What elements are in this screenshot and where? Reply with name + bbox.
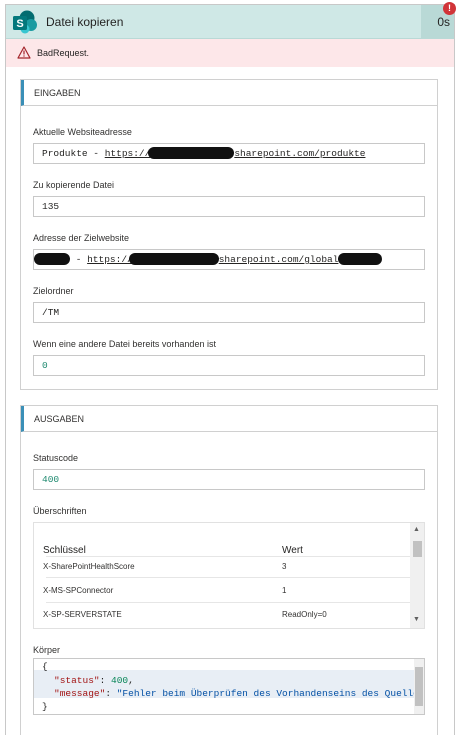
folder-label: Zielordner	[33, 286, 74, 296]
error-message: BadRequest.	[37, 48, 90, 58]
sharepoint-icon: S	[12, 10, 38, 34]
folder-field[interactable]: /TM	[33, 302, 425, 323]
site-prefix: Produkte -	[42, 148, 105, 159]
row-divider	[46, 577, 410, 578]
table-row-key: X-SharePointHealthScore	[43, 562, 135, 571]
action-header[interactable]: S Datei kopieren 0s	[6, 5, 454, 39]
inputs-heading[interactable]: EINGABEN	[21, 80, 437, 106]
conflict-field[interactable]: 0	[33, 355, 425, 376]
svg-text:S: S	[16, 18, 23, 30]
dest-sep: -	[70, 254, 88, 265]
error-badge: !	[443, 2, 456, 15]
headers-table[interactable]: Schlüssel Wert X-SharePointHealthScore 3…	[33, 522, 425, 629]
table-row-key: X-SP-SERVERSTATE	[43, 610, 122, 619]
row-divider	[46, 556, 410, 557]
dest-field[interactable]: - https:// sharepoint.com/global	[33, 249, 425, 270]
duration-label: 0s	[437, 15, 450, 29]
site-url-start: https://	[104, 148, 151, 159]
redaction-mark	[338, 253, 383, 266]
status-field[interactable]: 400	[33, 469, 425, 490]
conflict-label: Wenn eine andere Datei bereits vorhanden…	[33, 339, 216, 349]
headers-label: Überschriften	[33, 506, 87, 516]
code-status-value: 400	[111, 675, 129, 686]
redaction-mark	[34, 253, 70, 266]
redaction-mark	[128, 253, 219, 266]
error-banner: BadRequest.	[6, 39, 454, 67]
code-message-line: "message": "Fehler beim Überprüfen des V…	[54, 688, 425, 699]
code-scroll-thumb[interactable]	[415, 667, 423, 706]
folder-value: /TM	[42, 307, 60, 318]
scroll-up-icon[interactable]: ▲	[413, 526, 420, 534]
site-label: Aktuelle Websiteadresse	[33, 127, 132, 137]
warning-icon	[17, 46, 31, 59]
action-card: S Datei kopieren 0s ! BadRequest. EINGAB…	[5, 2, 456, 735]
file-label: Zu kopierende Datei	[33, 180, 115, 190]
outputs-section: AUSGABEN Statuscode 400 Überschriften Sc…	[20, 405, 438, 735]
code-message-key: "message"	[54, 688, 106, 699]
action-title: Datei kopieren	[46, 15, 124, 29]
status-value: 400	[42, 474, 60, 485]
code-status-line: "status": 400,	[54, 675, 134, 686]
redaction-mark	[148, 147, 235, 160]
file-value: 135	[42, 201, 60, 212]
table-row-value: ReadOnly=0	[282, 610, 327, 619]
code-close-brace: }	[42, 701, 48, 712]
conflict-value: 0	[42, 360, 48, 371]
table-row-value: 3	[282, 562, 287, 571]
col-value-header: Wert	[282, 545, 303, 556]
table-scrollbar[interactable]: ▲ ▼	[410, 523, 424, 628]
dest-url-end: sharepoint.com/global	[218, 254, 339, 265]
table-row-key: X-MS-SPConnector	[43, 586, 114, 595]
dest-url-start: https://	[87, 254, 133, 265]
code-message-value: "Fehler beim Überprüfen des Vorhandensei…	[116, 688, 425, 699]
dest-label: Adresse der Zielwebsite	[33, 233, 130, 243]
scroll-down-icon[interactable]: ▼	[413, 616, 420, 624]
body-code-view[interactable]: { "status": 400, "message": "Fehler beim…	[33, 658, 425, 715]
body-label: Körper	[33, 645, 61, 655]
site-field[interactable]: Produkte - https:// sharepoint.com/produk…	[33, 143, 425, 164]
file-field[interactable]: 135	[33, 196, 425, 217]
site-url-end: sharepoint.com/produkte	[234, 148, 366, 159]
status-label: Statuscode	[33, 453, 79, 463]
row-divider	[46, 602, 410, 603]
table-row-value: 1	[282, 586, 287, 595]
outputs-heading[interactable]: AUSGABEN	[21, 406, 437, 432]
code-scrollbar[interactable]	[414, 659, 424, 714]
col-key-header: Schlüssel	[43, 545, 86, 556]
scroll-thumb[interactable]	[413, 541, 422, 557]
code-open-brace: {	[42, 661, 48, 672]
inputs-section: EINGABEN Aktuelle Websiteadresse Produkt…	[20, 79, 438, 390]
code-status-key: "status"	[54, 675, 100, 686]
